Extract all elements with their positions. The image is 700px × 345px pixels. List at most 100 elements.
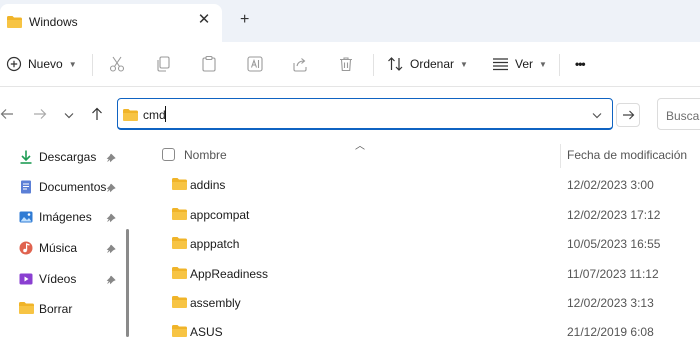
file-date: 12/02/2023 17:12 <box>567 208 661 222</box>
view-button[interactable]: Ver ▼ <box>492 54 547 74</box>
paste-button[interactable] <box>200 54 218 74</box>
sidebar-item-musica[interactable]: Música <box>18 238 122 258</box>
cut-icon <box>109 56 125 72</box>
video-icon <box>18 271 34 290</box>
chevron-down-icon <box>64 113 74 119</box>
pin-icon <box>106 182 116 196</box>
up-button[interactable] <box>90 107 104 124</box>
file-name: AppReadiness <box>190 267 269 281</box>
sidebar-item-label: Vídeos <box>39 272 77 286</box>
chevron-down-icon: ▼ <box>460 59 468 69</box>
file-row[interactable]: addins 12/02/2023 3:00 <box>150 172 700 198</box>
sidebar-item-documentos[interactable]: Documentos <box>18 177 122 197</box>
folder-icon <box>171 177 188 194</box>
divider <box>92 54 93 76</box>
copy-button[interactable] <box>154 54 172 74</box>
navigation-pane: Descargas Documentos Imágenes Música Víd… <box>0 140 130 337</box>
sidebar-scrollbar[interactable] <box>126 229 129 337</box>
chevron-down-icon[interactable] <box>592 109 602 123</box>
sidebar-item-label: Documentos <box>39 180 107 194</box>
share-icon <box>293 58 307 72</box>
close-tab-icon[interactable]: ✕ <box>196 12 212 28</box>
arrow-up-icon <box>92 107 102 120</box>
new-label: Nuevo <box>28 57 63 71</box>
divider <box>559 54 560 76</box>
folder-icon <box>6 15 23 32</box>
folder-icon <box>171 266 188 283</box>
file-date: 12/02/2023 3:13 <box>567 296 654 310</box>
chevron-down-icon: ▼ <box>539 59 547 69</box>
file-row[interactable]: assembly 12/02/2023 3:13 <box>150 290 700 316</box>
arrow-right-icon <box>623 110 635 120</box>
sidebar-item-descargas[interactable]: Descargas <box>18 147 122 167</box>
file-date: 11/07/2023 11:12 <box>567 267 659 281</box>
sidebar-item-videos[interactable]: Vídeos <box>18 269 122 289</box>
pictures-icon <box>18 209 34 228</box>
cut-button[interactable] <box>108 54 126 74</box>
sidebar-item-label: Descargas <box>39 150 97 164</box>
sort-ascending-icon: ︿ <box>355 141 365 152</box>
sort-label: Ordenar <box>410 57 455 71</box>
select-all-checkbox[interactable] <box>162 148 175 161</box>
column-date-header[interactable]: Fecha de modificación <box>567 148 687 162</box>
arrow-right-icon <box>34 109 47 119</box>
share-button[interactable] <box>291 54 309 74</box>
column-name-header[interactable]: Nombre <box>184 148 227 162</box>
view-list-icon <box>493 58 508 71</box>
new-tab-button[interactable]: + <box>240 12 249 28</box>
divider <box>0 86 700 87</box>
file-name: appcompat <box>190 208 250 222</box>
tab-title: Windows <box>29 15 78 29</box>
sidebar-item-label: Borrar <box>39 302 73 316</box>
more-options-button[interactable]: ••• <box>575 54 586 74</box>
file-date: 10/05/2023 16:55 <box>567 237 661 251</box>
view-label: Ver <box>515 57 534 71</box>
go-button[interactable] <box>616 103 640 127</box>
pin-icon <box>106 212 116 226</box>
file-row[interactable]: ASUS 21/12/2019 6:08 <box>150 319 700 345</box>
rename-button[interactable] <box>246 54 264 74</box>
search-input[interactable]: Buscar <box>657 98 700 130</box>
navigation-bar: cmd Buscar <box>0 95 700 135</box>
folder-icon <box>171 207 188 224</box>
file-row[interactable]: appcompat 12/02/2023 17:12 <box>150 202 700 228</box>
delete-button[interactable] <box>337 54 355 74</box>
sidebar-item-imagenes[interactable]: Imágenes <box>18 207 122 227</box>
address-value[interactable]: cmd <box>143 108 166 122</box>
pin-icon <box>106 274 116 288</box>
command-bar: Nuevo ▼ Ordenar ▼ Ver ▼ ••• <box>0 42 700 86</box>
sidebar-item-borrar[interactable]: Borrar <box>18 299 122 319</box>
rename-icon <box>247 56 263 72</box>
text-cursor <box>165 106 166 122</box>
new-button[interactable]: Nuevo ▼ <box>6 54 77 74</box>
file-row[interactable]: apppatch 10/05/2023 16:55 <box>150 231 700 257</box>
sort-button[interactable]: Ordenar ▼ <box>387 54 468 74</box>
folder-icon <box>18 301 35 318</box>
folder-icon <box>171 324 188 341</box>
folder-icon <box>171 295 188 312</box>
back-button[interactable] <box>0 107 14 124</box>
file-name: addins <box>190 178 226 192</box>
file-name: assembly <box>190 296 241 310</box>
tab-bar: Windows ✕ + <box>0 0 700 42</box>
paste-icon <box>202 55 216 72</box>
tab-windows[interactable]: Windows ✕ <box>0 4 222 42</box>
file-row[interactable]: AppReadiness 11/07/2023 11:12 <box>150 261 700 287</box>
pin-icon <box>106 152 116 166</box>
sort-icon <box>388 57 403 71</box>
copy-icon <box>157 56 170 72</box>
trash-icon <box>340 57 352 72</box>
chevron-down-icon: ▼ <box>68 59 77 69</box>
plus-circle-icon <box>6 56 22 72</box>
music-icon <box>18 240 34 259</box>
document-icon <box>18 179 34 198</box>
file-name: apppatch <box>190 237 240 251</box>
column-header: ︿ Nombre Fecha de modificación <box>150 140 700 168</box>
recent-locations-button[interactable] <box>64 109 74 123</box>
forward-button[interactable] <box>33 107 47 124</box>
download-icon <box>18 149 34 168</box>
column-divider[interactable] <box>560 144 561 168</box>
address-bar[interactable]: cmd <box>117 98 613 130</box>
search-placeholder: Buscar <box>666 109 700 123</box>
pin-icon <box>106 243 116 257</box>
